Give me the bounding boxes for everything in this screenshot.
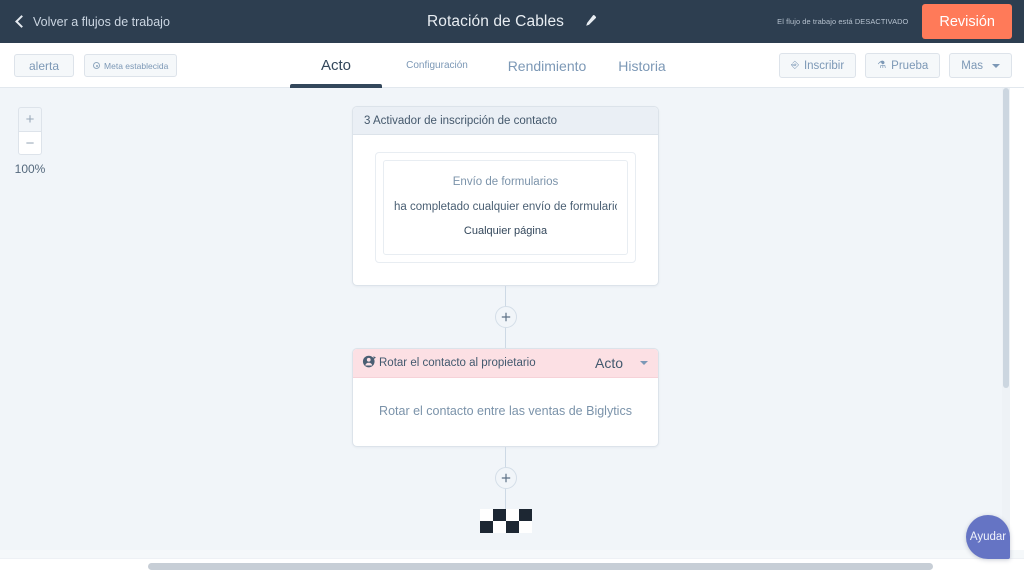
tab-rendimiento[interactable]: Rendimiento bbox=[492, 43, 602, 88]
top-bar-actions: El flujo de trabajo está DESACTIVADO Rev… bbox=[777, 4, 1012, 39]
trigger-page: Cualquier página bbox=[394, 225, 617, 237]
target-icon bbox=[93, 62, 100, 69]
horizontal-scrollbar[interactable] bbox=[0, 558, 1024, 570]
test-label: Prueba bbox=[891, 60, 928, 72]
user-rotate-icon bbox=[362, 354, 377, 372]
canvas-right-gutter bbox=[1010, 88, 1024, 550]
tab-bar: Acto Configuración Rendimiento Historia bbox=[290, 43, 682, 88]
trigger-inner-box: Envío de formularios ha completado cualq… bbox=[383, 160, 628, 255]
chevron-left-icon bbox=[15, 15, 28, 28]
test-button[interactable]: ⚗ Prueba bbox=[865, 53, 940, 78]
sub-bar-right-actions: ⎆ Inscribir ⚗ Prueba Mas bbox=[779, 43, 1012, 88]
zoom-out-button[interactable]: − bbox=[18, 131, 42, 155]
workflow-editor-page: Volver a flujos de trabajo Rotación de C… bbox=[0, 0, 1024, 570]
back-to-workflows-link[interactable]: Volver a flujos de trabajo bbox=[17, 15, 170, 29]
trigger-card-body: Envío de formularios ha completado cualq… bbox=[353, 135, 658, 285]
connector-top bbox=[352, 286, 659, 348]
zoom-controls: + − 100% bbox=[18, 107, 42, 176]
top-bar: Volver a flujos de trabajo Rotación de C… bbox=[0, 0, 1024, 43]
more-label: Mas bbox=[961, 60, 983, 72]
back-to-workflows-label: Volver a flujos de trabajo bbox=[33, 15, 170, 29]
review-button[interactable]: Revisión bbox=[922, 4, 1012, 39]
page-title: Rotación de Cables bbox=[427, 13, 564, 31]
trigger-condition: ha completado cualquier envío de formula… bbox=[394, 201, 617, 213]
action-card-body: Rotar el contacto entre las ventas de Bi… bbox=[353, 378, 658, 446]
checkered-flag-icon bbox=[480, 509, 532, 533]
tab-configuracion[interactable]: Configuración bbox=[382, 43, 492, 88]
action-card[interactable]: Rotar el contacto al propietario Acto Ro… bbox=[352, 348, 659, 447]
trigger-card[interactable]: 3 Activador de inscripción de contacto E… bbox=[352, 106, 659, 286]
zoom-level-label: 100% bbox=[13, 162, 47, 176]
action-card-header-left: Rotar el contacto al propietario bbox=[362, 354, 536, 372]
workflow-end-marker bbox=[352, 509, 659, 550]
sub-bar: alerta Meta establecida Acto Configuraci… bbox=[0, 43, 1024, 88]
zoom-in-button[interactable]: + bbox=[18, 107, 42, 131]
horizontal-scrollbar-thumb[interactable] bbox=[148, 563, 933, 570]
alert-button[interactable]: alerta bbox=[14, 54, 74, 77]
plus-icon bbox=[501, 312, 511, 322]
pencil-icon[interactable] bbox=[582, 14, 597, 29]
flask-icon: ⚗ bbox=[877, 61, 886, 71]
goal-set-label: Meta establecida bbox=[104, 61, 168, 71]
enroll-button[interactable]: ⎆ Inscribir bbox=[779, 53, 856, 78]
add-action-button-bottom[interactable] bbox=[495, 467, 517, 489]
trigger-card-header: 3 Activador de inscripción de contacto bbox=[353, 107, 658, 135]
action-type-label: Acto bbox=[595, 355, 623, 371]
enroll-label: Inscribir bbox=[804, 60, 844, 72]
trigger-title: Envío de formularios bbox=[394, 176, 617, 188]
action-description: Rotar el contacto entre las ventas de Bi… bbox=[369, 404, 642, 418]
more-button[interactable]: Mas bbox=[949, 53, 1012, 78]
action-card-header-right: Acto bbox=[595, 355, 648, 371]
workflow-canvas[interactable]: + − 100% 3 Activador de inscripción de c… bbox=[0, 88, 1010, 550]
tab-historia[interactable]: Historia bbox=[602, 43, 682, 88]
tab-acto[interactable]: Acto bbox=[290, 43, 382, 88]
help-button[interactable]: Ayudar bbox=[966, 515, 1010, 559]
sub-bar-left-actions: alerta Meta establecida bbox=[14, 43, 177, 88]
add-action-button-top[interactable] bbox=[495, 306, 517, 328]
workflow-flow: 3 Activador de inscripción de contacto E… bbox=[352, 106, 659, 550]
action-card-header: Rotar el contacto al propietario Acto bbox=[353, 349, 658, 378]
connector-bottom bbox=[352, 447, 659, 509]
vertical-scrollbar-thumb[interactable] bbox=[1003, 88, 1009, 388]
action-card-title: Rotar el contacto al propietario bbox=[379, 357, 536, 369]
caret-down-icon bbox=[992, 64, 1000, 68]
enroll-icon: ⎆ bbox=[791, 61, 799, 71]
vertical-scrollbar[interactable] bbox=[1002, 88, 1010, 550]
plus-icon bbox=[501, 473, 511, 483]
workflow-status-text: El flujo de trabajo está DESACTIVADO bbox=[777, 17, 908, 26]
trigger-inner-frame: Envío de formularios ha completado cualq… bbox=[375, 152, 636, 263]
caret-down-icon[interactable] bbox=[640, 361, 648, 365]
goal-set-button[interactable]: Meta establecida bbox=[84, 54, 177, 77]
